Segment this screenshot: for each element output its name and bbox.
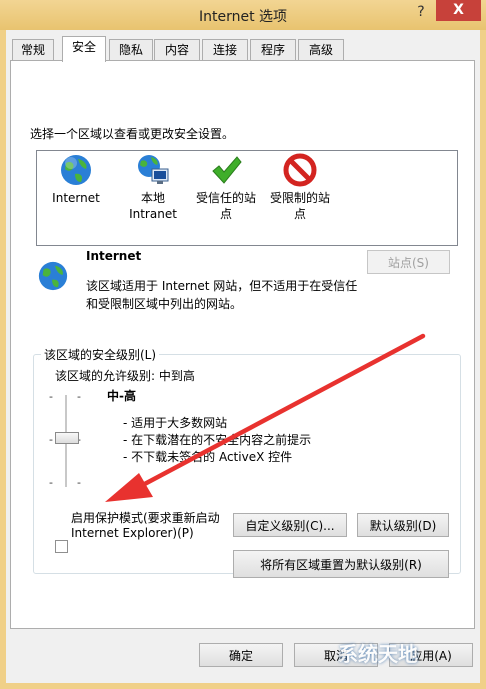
title-bar: Internet 选项 ? X bbox=[0, 0, 486, 30]
tab-connections[interactable]: 连接 bbox=[202, 39, 248, 60]
tab-content[interactable]: 内容 bbox=[154, 39, 200, 60]
watermark: 系统天地 bbox=[338, 642, 418, 666]
security-panel: 选择一个区域以查看或更改安全设置。 Internet 本地 Intranet 受… bbox=[10, 60, 475, 629]
close-button[interactable]: X bbox=[436, 0, 481, 21]
tab-security[interactable]: 安全 bbox=[62, 36, 106, 62]
tab-privacy[interactable]: 隐私 bbox=[109, 39, 153, 60]
tab-general[interactable]: 常规 bbox=[12, 39, 54, 60]
tab-advanced[interactable]: 高级 bbox=[298, 39, 344, 60]
ok-button[interactable]: 确定 bbox=[199, 643, 283, 667]
annotation-arrow bbox=[105, 333, 426, 502]
help-icon[interactable]: ? bbox=[414, 4, 428, 20]
tab-programs[interactable]: 程序 bbox=[250, 39, 296, 60]
dialog-client: 常规 安全 隐私 内容 连接 程序 高级 选择一个区域以查看或更改安全设置。 I… bbox=[6, 30, 480, 683]
